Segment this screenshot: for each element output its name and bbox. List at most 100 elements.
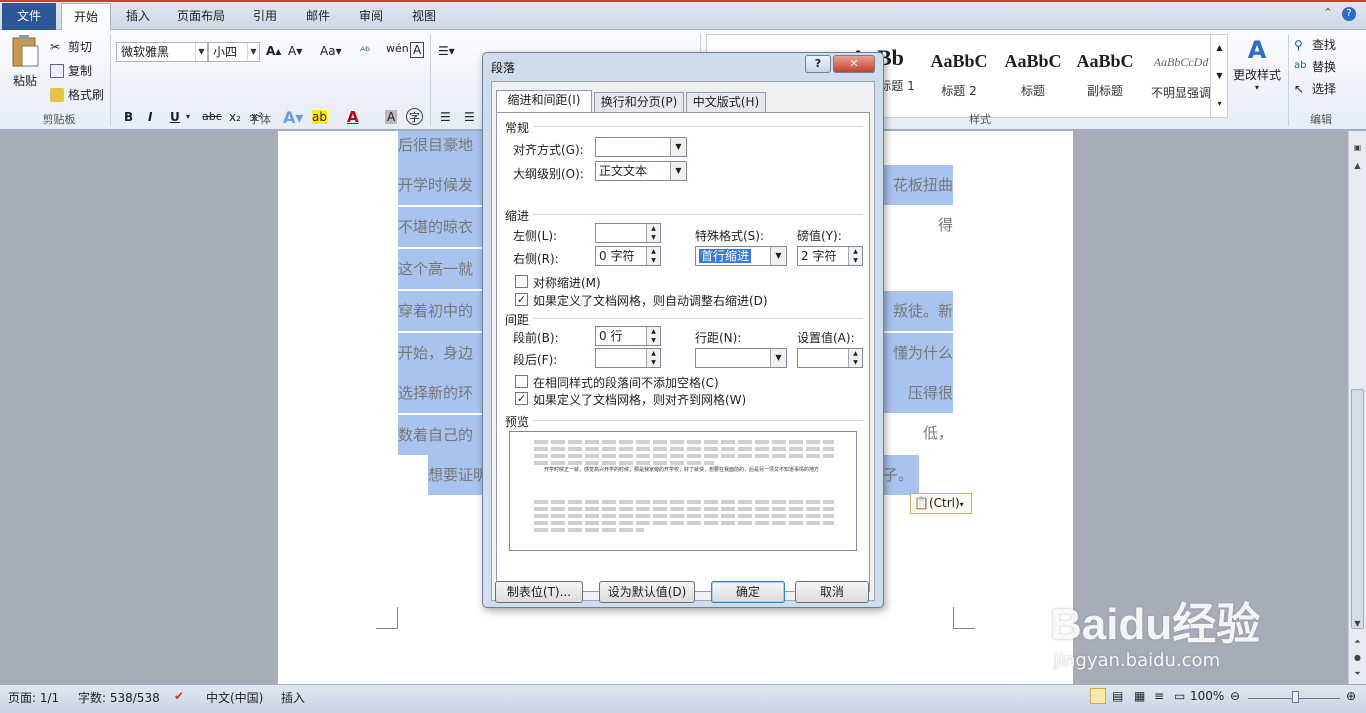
- outline-view-icon[interactable]: ≡: [1154, 689, 1164, 703]
- zoom-in-icon[interactable]: ⊕: [1346, 689, 1356, 703]
- tab-view[interactable]: 视图: [402, 3, 446, 30]
- char-shading-icon[interactable]: A: [385, 110, 398, 124]
- scroll-down-icon[interactable]: ▼: [1351, 617, 1364, 631]
- help-button[interactable]: ?: [805, 55, 831, 73]
- paste-button[interactable]: 粘贴: [8, 34, 42, 106]
- chevron-down-icon[interactable]: ▼: [770, 349, 786, 367]
- tab-insert[interactable]: 插入: [116, 3, 160, 30]
- change-case-button[interactable]: Aa▾: [320, 44, 342, 58]
- clear-format-icon[interactable]: ᴬᵇ: [360, 44, 370, 58]
- font-size-combo[interactable]: 小四 ▼: [208, 42, 260, 62]
- space-after-input[interactable]: ▲ ▼: [595, 348, 661, 368]
- paste-options-button[interactable]: 📋(Ctrl)▾: [910, 493, 972, 514]
- set-default-button[interactable]: 设为默认值(D): [599, 581, 695, 603]
- style-heading2[interactable]: AaBbC 标题 2: [923, 43, 995, 113]
- draft-view-icon[interactable]: ▭: [1174, 689, 1185, 703]
- align-left-icon[interactable]: ☰: [440, 110, 451, 124]
- spinner-icon[interactable]: ▲ ▼: [848, 247, 862, 265]
- cut-button[interactable]: ✂ 剪切: [50, 38, 92, 55]
- char-border-icon[interactable]: A: [410, 42, 425, 58]
- format-painter-button[interactable]: 格式刷: [50, 86, 104, 103]
- zoom-out-icon[interactable]: ⊖: [1230, 689, 1240, 703]
- no-space-same-style-checkbox[interactable]: [515, 375, 528, 388]
- spinner-icon[interactable]: ▲ ▼: [848, 349, 862, 367]
- chevron-down-icon[interactable]: ▼: [247, 43, 259, 61]
- grow-font-button[interactable]: A ▲: [266, 44, 281, 58]
- tab-file[interactable]: 文件: [2, 3, 56, 30]
- browse-object-icon[interactable]: ●: [1351, 651, 1364, 665]
- next-page-icon[interactable]: ⏷: [1351, 667, 1364, 681]
- left-indent-input[interactable]: ▲ ▼: [595, 223, 661, 243]
- underline-button[interactable]: U: [170, 110, 180, 124]
- ok-button[interactable]: 确定: [711, 581, 785, 603]
- auto-adjust-indent-checkbox[interactable]: ✓: [515, 293, 528, 306]
- spinner-icon[interactable]: ▲ ▼: [646, 327, 660, 345]
- find-button[interactable]: ⚲ 查找: [1294, 36, 1336, 53]
- ribbon-help-controls[interactable]: ⌃ ?: [1323, 6, 1356, 21]
- scroll-up-icon[interactable]: ▲: [1351, 159, 1364, 173]
- style-title[interactable]: AaBbC 标题: [997, 43, 1069, 113]
- italic-button[interactable]: I: [148, 110, 152, 124]
- bold-button[interactable]: B: [124, 110, 133, 124]
- vertical-scrollbar[interactable]: ▣ ▲ ▼ ⏶ ● ⏷: [1348, 131, 1366, 684]
- bullets-icon[interactable]: ☰▾: [438, 44, 455, 58]
- chevron-down-icon[interactable]: ▼: [770, 247, 786, 265]
- help-icon[interactable]: ?: [1342, 7, 1356, 21]
- page-count[interactable]: 页面: 1/1: [8, 689, 59, 706]
- close-button[interactable]: ✕: [833, 55, 875, 73]
- tab-review[interactable]: 审阅: [349, 3, 393, 30]
- spinner-icon[interactable]: ▲ ▼: [646, 247, 660, 265]
- tab-references[interactable]: 引用: [243, 3, 287, 30]
- print-layout-view-icon[interactable]: [1090, 688, 1106, 704]
- shrink-font-button[interactable]: A ▼: [288, 44, 302, 58]
- insert-mode-indicator[interactable]: 插入: [281, 689, 305, 706]
- replace-button[interactable]: ab 替换: [1294, 58, 1336, 75]
- spinner-icon[interactable]: ▲ ▼: [646, 224, 660, 242]
- style-subtle-emphasis[interactable]: AaBbCcDd 不明显强调: [1141, 43, 1221, 113]
- indent-by-input[interactable]: 2 字符 ▲ ▼: [797, 246, 863, 266]
- spacing-at-input[interactable]: ▲ ▼: [797, 348, 863, 368]
- minimize-ribbon-icon[interactable]: ⌃: [1323, 6, 1332, 19]
- chevron-down-icon[interactable]: ▾: [186, 112, 190, 121]
- chevron-down-icon[interactable]: ▼: [670, 138, 686, 156]
- tab-line-page-breaks[interactable]: 换行和分页(P): [594, 92, 684, 112]
- select-button[interactable]: ↖ 选择: [1294, 80, 1336, 97]
- full-screen-view-icon[interactable]: ▤: [1112, 689, 1123, 703]
- style-subtitle[interactable]: AaBbC 副标题: [1069, 43, 1141, 113]
- spinner-icon[interactable]: ▲ ▼: [646, 349, 660, 367]
- ruler-toggle-icon[interactable]: ▣: [1351, 141, 1364, 155]
- chevron-down-icon[interactable]: ▼: [195, 43, 207, 61]
- styles-scroll[interactable]: ▲ ▼ ▾: [1210, 34, 1228, 118]
- change-styles-button[interactable]: A 更改样式 ▾: [1232, 36, 1282, 92]
- font-color-icon[interactable]: A: [347, 108, 359, 126]
- zoom-slider-thumb[interactable]: [1292, 691, 1299, 703]
- tab-home[interactable]: 开始: [61, 3, 111, 31]
- highlight-icon[interactable]: ab: [312, 110, 327, 124]
- word-count[interactable]: 字数: 538/538: [78, 689, 160, 706]
- tab-indents-spacing[interactable]: 缩进和间距(I): [496, 90, 592, 113]
- cancel-button[interactable]: 取消: [795, 581, 869, 603]
- prev-page-icon[interactable]: ⏶: [1351, 635, 1364, 649]
- snap-to-grid-checkbox[interactable]: ✓: [515, 392, 528, 405]
- line-spacing-select[interactable]: ▼: [695, 348, 787, 368]
- special-indent-select[interactable]: 首行缩进 ▼: [695, 246, 787, 266]
- enclose-char-icon[interactable]: 字: [406, 108, 423, 125]
- zoom-level[interactable]: 100%: [1190, 689, 1224, 703]
- outline-level-select[interactable]: 正文文本 ▼: [595, 161, 687, 181]
- web-layout-view-icon[interactable]: ▦: [1134, 689, 1145, 703]
- font-name-combo[interactable]: 微软雅黑 ▼: [116, 42, 208, 62]
- phonetic-guide-icon[interactable]: wén: [386, 42, 409, 55]
- tab-mailings[interactable]: 邮件: [296, 3, 340, 30]
- strikethrough-icon[interactable]: abc: [202, 110, 222, 123]
- right-indent-input[interactable]: 0 字符 ▲ ▼: [595, 246, 661, 266]
- scrollbar-thumb[interactable]: [1351, 389, 1364, 629]
- proofing-icon[interactable]: ✔: [174, 689, 184, 703]
- tab-page-layout[interactable]: 页面布局: [168, 3, 234, 30]
- copy-button[interactable]: 复制: [50, 62, 92, 79]
- space-before-input[interactable]: 0 行 ▲ ▼: [595, 326, 661, 346]
- align-center-icon[interactable]: ☰: [464, 110, 475, 124]
- mirror-indent-checkbox[interactable]: [515, 275, 528, 288]
- tab-asian-typography[interactable]: 中文版式(H): [686, 92, 766, 112]
- chevron-down-icon[interactable]: ▼: [670, 162, 686, 180]
- tabs-button[interactable]: 制表位(T)...: [495, 581, 583, 603]
